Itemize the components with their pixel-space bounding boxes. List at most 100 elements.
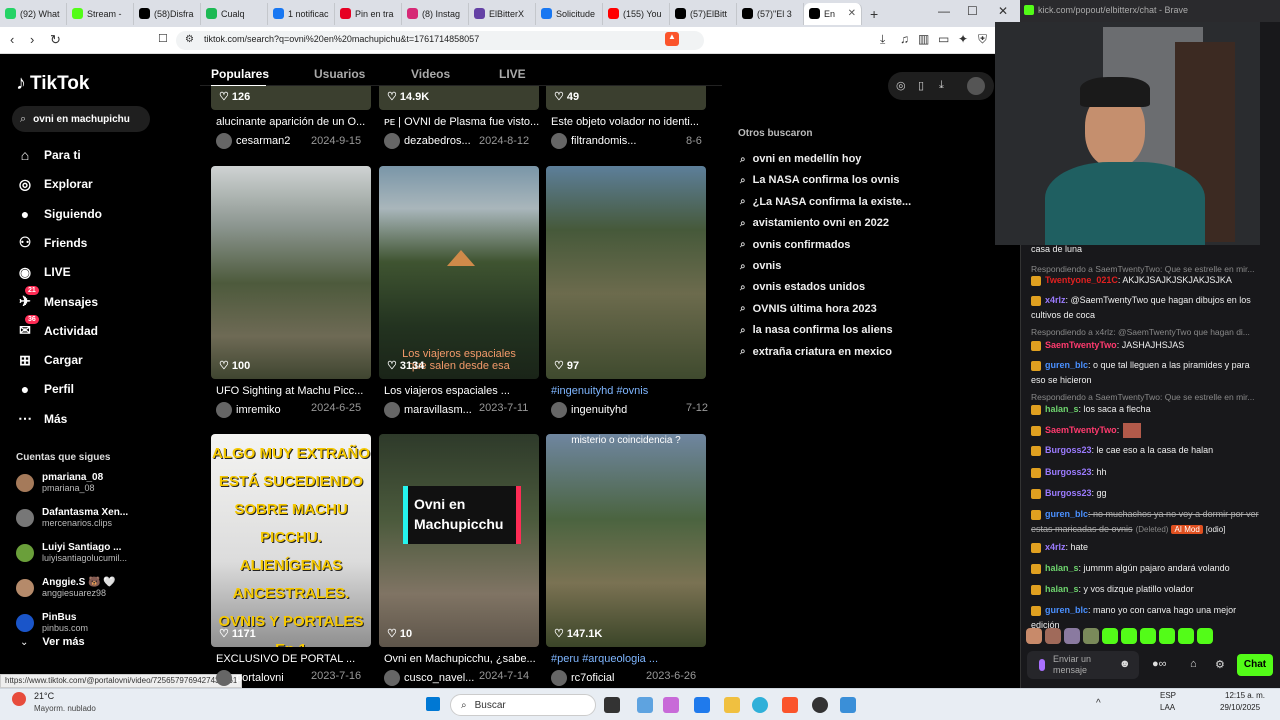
search-suggestion[interactable]: ⌕ La NASA confirma los ovnis: [740, 174, 900, 186]
search-suggestion[interactable]: ⌕ extraña criatura en mexico: [740, 346, 892, 358]
video-thumbnail[interactable]: Ovni en Machupicchu: [379, 434, 539, 647]
video-author[interactable]: dezabedros...: [384, 133, 471, 149]
video-author[interactable]: rc7oficial: [551, 670, 614, 686]
widgets-icon[interactable]: [637, 697, 653, 713]
emoji-icon[interactable]: ☻: [1119, 658, 1131, 670]
followed-account[interactable]: Dafantasma Xen... mercenarios.clips: [16, 507, 128, 528]
video-author[interactable]: maravillasm...: [384, 402, 472, 418]
browser-tab[interactable]: Cualq: [201, 2, 268, 25]
browser-tab[interactable]: (57)"El 3: [737, 2, 804, 25]
search-box[interactable]: ⌕ ovni en machupichu: [12, 106, 150, 132]
video-author[interactable]: portalovni: [216, 670, 284, 686]
video-title[interactable]: alucinante aparición de un O...: [216, 116, 378, 128]
app-icon[interactable]: [840, 697, 856, 713]
feed-icon[interactable]: ◎: [896, 79, 906, 92]
chat-username[interactable]: SaemTwentyTwo: [1045, 425, 1117, 435]
back-icon[interactable]: ‹: [10, 32, 14, 47]
followed-account[interactable]: Luiyi Santiago ... luiyisantiagolucumil..…: [16, 542, 127, 563]
browser-tab[interactable]: Solicitude: [536, 2, 603, 25]
obs-icon[interactable]: [812, 697, 828, 713]
followed-account[interactable]: PinBus pinbus.com: [16, 612, 88, 633]
emote-icon[interactable]: [1045, 628, 1061, 644]
language-code[interactable]: ESP: [1160, 691, 1176, 700]
brave-shields-icon[interactable]: ▲: [665, 32, 679, 46]
video-title[interactable]: UFO Sighting at Machu Picc...: [216, 385, 378, 397]
chat-username[interactable]: SaemTwentyTwo: [1045, 340, 1117, 350]
emote-icon[interactable]: [1178, 628, 1194, 644]
search-tab-usuarios[interactable]: Usuarios: [314, 67, 365, 81]
emote-icon[interactable]: [1197, 628, 1213, 644]
store-app-icon[interactable]: [694, 697, 710, 713]
video-thumbnail[interactable]: ALGO MUY EXTRAÑO ESTÁ SUCEDIENDO SOBRE M…: [211, 434, 371, 647]
emote-icon[interactable]: [1064, 628, 1080, 644]
tiktok-logo[interactable]: ♪ TikTok: [16, 72, 89, 95]
video-thumbnail[interactable]: misterio o coincidencia ?: [546, 434, 706, 647]
windows-start-icon[interactable]: [426, 697, 440, 711]
download-icon[interactable]: ⤓: [880, 32, 885, 47]
browser-tab[interactable]: (58)Disfra: [134, 2, 201, 25]
search-suggestion[interactable]: ⌕ ovnis confirmados: [740, 239, 850, 251]
video-author[interactable]: cesarman2: [216, 133, 290, 149]
task-view-icon[interactable]: [604, 697, 620, 713]
video-title[interactable]: Este objeto volador no identi...: [551, 116, 713, 128]
search-suggestion[interactable]: ⌕ la nasa confirma los aliens: [740, 324, 893, 336]
device-icon[interactable]: ▯: [918, 79, 924, 92]
edge-icon[interactable]: [752, 697, 768, 713]
emote-icon[interactable]: [1102, 628, 1118, 644]
language-layout[interactable]: LAA: [1160, 703, 1175, 712]
search-input[interactable]: ovni en machupichu: [33, 114, 130, 125]
users-icon[interactable]: ●∞: [1152, 658, 1167, 670]
search-suggestion[interactable]: ⌕ OVNIS última hora 2023: [740, 303, 877, 315]
close-window-icon[interactable]: ✕: [998, 4, 1008, 18]
followed-account[interactable]: pmariana_08 pmariana_08: [16, 472, 103, 493]
close-tab-icon[interactable]: ✕: [848, 8, 856, 19]
store-icon[interactable]: ⌂: [1190, 658, 1197, 670]
browser-tab[interactable]: En ✕: [804, 2, 862, 25]
video-thumbnail[interactable]: [211, 166, 371, 379]
chat-send-button[interactable]: Chat: [1237, 654, 1273, 676]
bookmark-icon[interactable]: ☐: [158, 32, 168, 45]
chat-username[interactable]: x4rlz: [1045, 542, 1066, 552]
file-explorer-icon[interactable]: [724, 697, 740, 713]
chat-username[interactable]: halan_s: [1045, 563, 1079, 573]
leo-icon[interactable]: ✦: [958, 32, 968, 46]
video-title[interactable]: #ingenuityhd #ovnis: [551, 385, 713, 397]
nav-item-messages[interactable]: ✈ 21 Mensajes: [16, 285, 98, 311]
search-tab-live[interactable]: LIVE: [499, 67, 526, 81]
user-avatar[interactable]: [967, 77, 985, 95]
video-title[interactable]: #peru #arqueologia ...: [551, 653, 713, 665]
copilot-icon[interactable]: [663, 697, 679, 713]
browser-tab[interactable]: Pin en tra: [335, 2, 402, 25]
video-title[interactable]: Los viajeros espaciales ...: [384, 385, 546, 397]
browser-tab[interactable]: ElBitterX: [469, 2, 536, 25]
emote-icon[interactable]: [1140, 628, 1156, 644]
video-title[interactable]: EXCLUSIVO DE PORTAL ...: [216, 653, 378, 665]
reload-icon[interactable]: ↻: [50, 32, 61, 48]
media-icon[interactable]: ♫: [900, 32, 909, 46]
minimize-icon[interactable]: —: [938, 4, 950, 18]
video-author[interactable]: imremiko: [216, 402, 281, 418]
nav-item-activity[interactable]: ✉ 36 Actividad: [16, 314, 98, 340]
emote-icon[interactable]: [1083, 628, 1099, 644]
video-thumbnail[interactable]: [546, 166, 706, 379]
browser-tab[interactable]: (92) What: [0, 2, 67, 25]
video-author[interactable]: ingenuityhd: [551, 402, 627, 418]
video-thumbnail[interactable]: Los viajeros espaciales que salen desde …: [379, 166, 539, 379]
sidebar-toggle-icon[interactable]: ▥: [918, 32, 929, 46]
chat-username[interactable]: guren_blc: [1045, 360, 1088, 370]
chat-username[interactable]: Burgoss23: [1045, 445, 1092, 455]
video-title[interactable]: ᴘᴇ | OVNI de Plasma fue visto...: [384, 116, 546, 128]
wallet-icon[interactable]: ▭: [938, 32, 949, 46]
url-input[interactable]: tiktok.com/search?q=ovni%20en%20machupic…: [176, 31, 704, 50]
browser-tab[interactable]: Stream -: [67, 2, 134, 25]
forward-icon[interactable]: ›: [30, 32, 34, 47]
browser-tab[interactable]: 1 notificac: [268, 2, 335, 25]
site-info-icon[interactable]: ⚙: [185, 34, 194, 45]
clock-date[interactable]: 29/10/2025: [1220, 703, 1260, 712]
nav-item-compass[interactable]: ◎ Explorar: [16, 175, 93, 193]
browser-tab[interactable]: (8) Instag: [402, 2, 469, 25]
chat-username[interactable]: Twentyone_021C: [1045, 275, 1118, 285]
video-author[interactable]: filtrandomis...: [551, 133, 636, 149]
see-more-button[interactable]: ⌄ Ver más: [20, 636, 85, 648]
nav-item-upload[interactable]: ⊞ Cargar: [16, 351, 83, 369]
